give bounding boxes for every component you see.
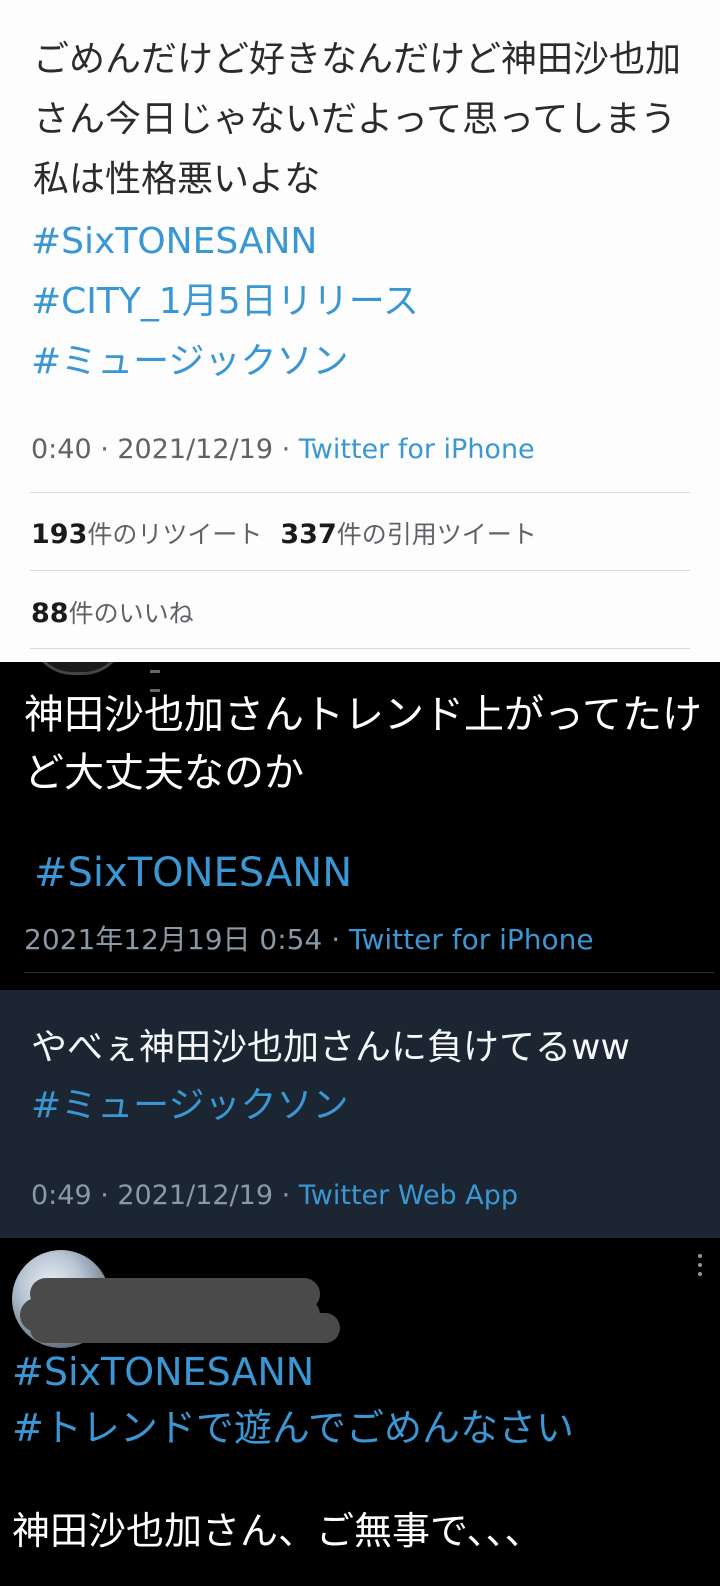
tweet-hashtags: #SixTONESANN #CITY_1月5日リリース #ミュージックソン: [31, 212, 419, 392]
likes-link[interactable]: 88件のいいね: [31, 594, 194, 630]
tweet-hashtags: #SixTONESANN #トレンドで遊んでごめんなさい: [12, 1344, 574, 1456]
tweet-timestamp: 0:40 · 2021/12/19 · Twitter for iPhone: [31, 434, 535, 465]
timestamp-text: 0:40 · 2021/12/19 ·: [31, 434, 299, 465]
engagement-stats: 193件のリツイート 337件の引用ツイート: [31, 515, 537, 551]
tweet-card-dim: やべぇ神田沙也加さんに負けてるww #ミュージックソン 0:49 · 2021/…: [0, 990, 720, 1238]
timestamp-text: 0:49 · 2021/12/19 ·: [31, 1180, 299, 1211]
retweets-link[interactable]: 193件のリツイート: [31, 519, 263, 550]
hashtag-link[interactable]: #CITY_1月5日リリース: [31, 272, 419, 332]
quotes-link[interactable]: 337件の引用ツイート: [280, 519, 537, 550]
source-link[interactable]: Twitter Web App: [299, 1180, 518, 1211]
tweet-text: 神田沙也加さんトレンド上がってたけど大丈夫なのか: [24, 692, 702, 796]
hashtag-link[interactable]: #SixTONESANN: [12, 1344, 574, 1400]
tweet-card-dark: 神田沙也加さんトレンド上がってたけど大丈夫なのか #SixTONESANN 20…: [0, 662, 720, 984]
source-link[interactable]: Twitter for iPhone: [349, 923, 594, 956]
tweet-text: 神田沙也加さん、ご無事で、、、: [12, 1509, 543, 1553]
hashtag-link[interactable]: #ミュージックソン: [31, 332, 419, 392]
source-link[interactable]: Twitter for iPhone: [299, 434, 535, 465]
tweet-timestamp: 2021年12月19日 0:54 · Twitter for iPhone: [24, 918, 594, 958]
likes-label: 件のいいね: [68, 599, 194, 628]
tweet-card-light: ごめんだけど好きなんだけど神田沙也加さん今日じゃないだよって思ってしまう私は性格…: [0, 0, 720, 662]
tweet-card-dark-redacted: #SixTONESANN #トレンドで遊んでごめんなさい 神田沙也加さん、ご無事…: [0, 1238, 720, 1586]
more-options-icon[interactable]: [696, 1254, 704, 1280]
divider: [30, 570, 690, 571]
quotes-label: 件の引用ツイート: [336, 520, 537, 549]
timestamp-text: 2021年12月19日 0:54 ·: [24, 923, 349, 956]
tweet-text: やべぇ神田沙也加さんに負けてるww: [31, 1027, 630, 1068]
divider: [30, 492, 690, 493]
hashtag-link[interactable]: #SixTONESANN: [31, 212, 419, 272]
username-cropped: [150, 662, 270, 692]
redaction-mark: [30, 1313, 340, 1343]
avatar[interactable]: [30, 662, 126, 675]
retweets-label: 件のリツイート: [87, 520, 263, 549]
likes-count: 88: [31, 598, 69, 629]
hashtag-link[interactable]: #SixTONESANN: [34, 850, 352, 896]
hashtag-link[interactable]: #ミュージックソン: [31, 1076, 348, 1128]
divider: [24, 972, 714, 973]
retweets-count: 193: [31, 519, 88, 550]
hashtag-link[interactable]: #トレンドで遊んでごめんなさい: [12, 1400, 574, 1456]
divider: [30, 648, 690, 649]
tweet-timestamp: 0:49 · 2021/12/19 · Twitter Web App: [31, 1180, 518, 1211]
tweet-text: ごめんだけど好きなんだけど神田沙也加さん今日じゃないだよって思ってしまう私は性格…: [33, 39, 682, 200]
quotes-count: 337: [280, 519, 337, 550]
